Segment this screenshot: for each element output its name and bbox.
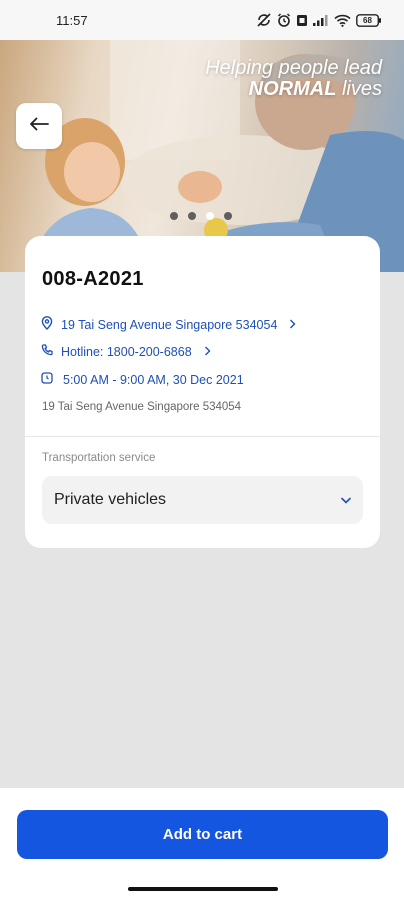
transport-select-value: Private vehicles — [54, 491, 167, 508]
tagline-line2: NORMAL lives — [205, 79, 382, 100]
tagline-end: lives — [341, 78, 382, 100]
time-slot-text: 5:00 AM - 9:00 AM, 30 Dec 2021 — [63, 372, 244, 387]
carousel-dot[interactable] — [224, 212, 232, 220]
hotline-text: Hotline: 1800-200-6868 — [61, 344, 192, 359]
location-pin-icon — [41, 316, 53, 333]
time-slot: 5:00 AM - 9:00 AM, 30 Dec 2021 — [41, 372, 244, 387]
tagline-bold: NORMAL — [248, 78, 337, 100]
rotate-off-icon — [256, 13, 272, 27]
signal-icon — [313, 14, 329, 26]
status-icons: 68 — [256, 13, 382, 27]
transport-select[interactable]: Private vehicles — [42, 476, 363, 524]
wifi-icon — [334, 14, 351, 27]
tagline-line1: Helping people lead — [205, 57, 382, 79]
hero-tagline: Helping people lead NORMAL lives — [205, 58, 382, 100]
carousel-dots — [170, 212, 232, 220]
chevron-down-icon — [341, 491, 351, 509]
phone-icon — [41, 344, 53, 359]
listing-code: 008-A2021 — [42, 268, 144, 290]
battery-level: 68 — [363, 15, 372, 25]
status-time: 11:57 — [56, 12, 88, 28]
chevron-right-icon — [204, 345, 211, 359]
add-to-cart-button[interactable]: Add to cart — [17, 810, 388, 859]
sim-icon — [296, 14, 308, 27]
divider — [25, 436, 380, 437]
battery-icon: 68 — [356, 13, 382, 27]
alarm-icon — [277, 13, 291, 27]
address-link-text: 19 Tai Seng Avenue Singapore 534054 — [61, 317, 278, 332]
arrow-left-icon — [29, 117, 49, 136]
back-button[interactable] — [16, 103, 62, 149]
address-link[interactable]: 19 Tai Seng Avenue Singapore 534054 — [41, 316, 296, 333]
carousel-dot-active[interactable] — [206, 212, 214, 220]
carousel-dot[interactable] — [170, 212, 178, 220]
address-plain: 19 Tai Seng Avenue Singapore 534054 — [42, 401, 242, 413]
chevron-right-icon — [289, 318, 296, 332]
clock-icon — [41, 372, 53, 387]
status-bar: 11:57 68 — [0, 0, 404, 40]
home-indicator[interactable] — [128, 887, 278, 891]
carousel-dot[interactable] — [188, 212, 196, 220]
transport-label: Transportation service — [42, 452, 156, 464]
hotline-link[interactable]: Hotline: 1800-200-6868 — [41, 344, 211, 359]
details-card: 008-A2021 19 Tai Seng Avenue Singapore 5… — [25, 236, 380, 548]
